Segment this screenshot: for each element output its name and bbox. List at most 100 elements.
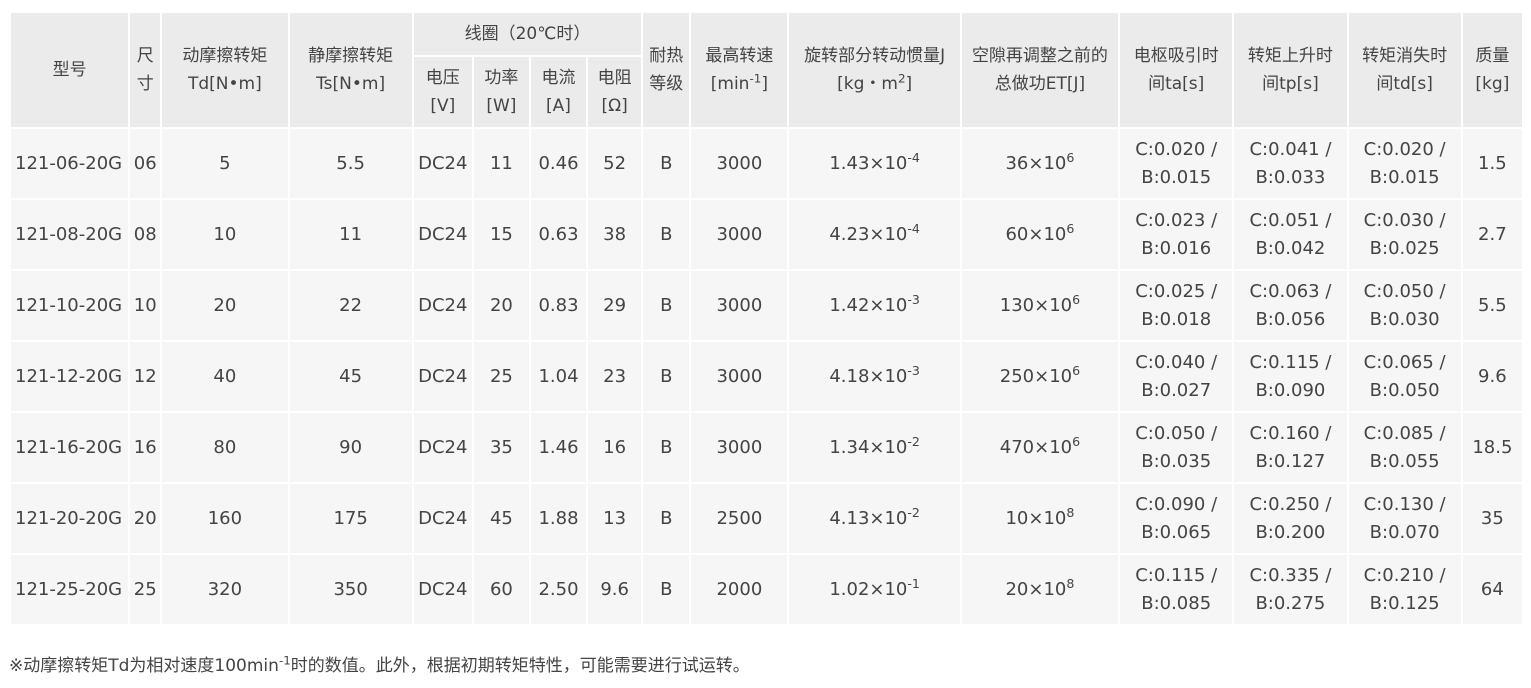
cell-torque-rise-time: C:0.335 /B:0.275 bbox=[1234, 555, 1347, 624]
cell-armature-time: C:0.020 /B:0.015 bbox=[1120, 129, 1233, 198]
header-total-work: 空隙再调整之前的 总做功ET[J] bbox=[961, 13, 1119, 127]
cell-dynamic-torque: 80 bbox=[162, 413, 288, 482]
table-row: 121-16-20G 16 80 90 DC24 35 1.46 16 B 30… bbox=[11, 413, 1522, 482]
header-dynamic-torque: 动摩擦转矩 Td[N•m] bbox=[162, 13, 288, 127]
cell-power: 35 bbox=[473, 413, 529, 482]
header-model: 型号 bbox=[11, 13, 129, 127]
cell-power: 11 bbox=[473, 129, 529, 198]
cell-total-work: 60×106 bbox=[961, 200, 1119, 269]
cell-static-torque: 350 bbox=[289, 555, 412, 624]
cell-resistance: 13 bbox=[588, 484, 642, 553]
cell-torque-decay-time: C:0.065 /B:0.050 bbox=[1348, 342, 1461, 411]
cell-max-speed: 3000 bbox=[691, 413, 788, 482]
cell-torque-rise-time: C:0.063 /B:0.056 bbox=[1234, 271, 1347, 340]
cell-resistance: 16 bbox=[588, 413, 642, 482]
header-coil: 线圈（20℃时） bbox=[413, 13, 642, 55]
cell-mass: 18.5 bbox=[1462, 413, 1522, 482]
cell-size: 06 bbox=[130, 129, 161, 198]
header-voltage: 电压 [V] bbox=[413, 57, 472, 127]
cell-static-torque: 175 bbox=[289, 484, 412, 553]
cell-total-work: 10×108 bbox=[961, 484, 1119, 553]
cell-max-speed: 3000 bbox=[691, 129, 788, 198]
cell-size: 08 bbox=[130, 200, 161, 269]
header-resistance: 电阻 [Ω] bbox=[588, 57, 642, 127]
header-torque-rise-time: 转矩上升时 间tp[s] bbox=[1234, 13, 1347, 127]
cell-voltage: DC24 bbox=[413, 484, 472, 553]
table-row: 121-20-20G 20 160 175 DC24 45 1.88 13 B … bbox=[11, 484, 1522, 553]
cell-size: 25 bbox=[130, 555, 161, 624]
cell-torque-decay-time: C:0.085 /B:0.055 bbox=[1348, 413, 1461, 482]
cell-heat-class: B bbox=[643, 271, 690, 340]
cell-current: 1.46 bbox=[530, 413, 587, 482]
cell-size: 10 bbox=[130, 271, 161, 340]
cell-model: 121-10-20G bbox=[11, 271, 129, 340]
cell-max-speed: 2500 bbox=[691, 484, 788, 553]
cell-torque-rise-time: C:0.250 /B:0.200 bbox=[1234, 484, 1347, 553]
cell-size: 12 bbox=[130, 342, 161, 411]
cell-model: 121-20-20G bbox=[11, 484, 129, 553]
cell-model: 121-25-20G bbox=[11, 555, 129, 624]
cell-max-speed: 2000 bbox=[691, 555, 788, 624]
cell-armature-time: C:0.025 /B:0.018 bbox=[1120, 271, 1233, 340]
cell-power: 45 bbox=[473, 484, 529, 553]
cell-heat-class: B bbox=[643, 484, 690, 553]
footnote: ※动摩擦转矩Td为相对速度100min-1时的数值。此外，根据初期转矩特性，可能… bbox=[9, 653, 750, 676]
cell-torque-decay-time: C:0.030 /B:0.025 bbox=[1348, 200, 1461, 269]
header-size: 尺寸 bbox=[130, 13, 161, 127]
cell-voltage: DC24 bbox=[413, 200, 472, 269]
cell-torque-decay-time: C:0.020 /B:0.015 bbox=[1348, 129, 1461, 198]
cell-dynamic-torque: 160 bbox=[162, 484, 288, 553]
cell-heat-class: B bbox=[643, 413, 690, 482]
cell-current: 0.63 bbox=[530, 200, 587, 269]
cell-mass: 35 bbox=[1462, 484, 1522, 553]
cell-torque-decay-time: C:0.130 /B:0.070 bbox=[1348, 484, 1461, 553]
cell-heat-class: B bbox=[643, 129, 690, 198]
cell-voltage: DC24 bbox=[413, 413, 472, 482]
cell-armature-time: C:0.023 /B:0.016 bbox=[1120, 200, 1233, 269]
header-power: 功率 [W] bbox=[473, 57, 529, 127]
cell-static-torque: 11 bbox=[289, 200, 412, 269]
cell-inertia: 4.23×10-4 bbox=[789, 200, 960, 269]
cell-voltage: DC24 bbox=[413, 129, 472, 198]
cell-size: 20 bbox=[130, 484, 161, 553]
header-heat-class: 耐热 等级 bbox=[643, 13, 690, 127]
cell-power: 60 bbox=[473, 555, 529, 624]
table-row: 121-06-20G 06 5 5.5 DC24 11 0.46 52 B 30… bbox=[11, 129, 1522, 198]
cell-max-speed: 3000 bbox=[691, 271, 788, 340]
cell-static-torque: 22 bbox=[289, 271, 412, 340]
cell-inertia: 1.42×10-3 bbox=[789, 271, 960, 340]
cell-voltage: DC24 bbox=[413, 342, 472, 411]
cell-total-work: 130×106 bbox=[961, 271, 1119, 340]
cell-total-work: 470×106 bbox=[961, 413, 1119, 482]
cell-static-torque: 45 bbox=[289, 342, 412, 411]
cell-max-speed: 3000 bbox=[691, 342, 788, 411]
cell-dynamic-torque: 20 bbox=[162, 271, 288, 340]
cell-current: 0.46 bbox=[530, 129, 587, 198]
cell-model: 121-12-20G bbox=[11, 342, 129, 411]
spec-table-container: 型号 尺寸 动摩擦转矩 Td[N•m] 静摩擦转矩 Ts[N•m] 线圈（20℃时）… bbox=[9, 11, 1524, 626]
cell-total-work: 20×108 bbox=[961, 555, 1119, 624]
cell-armature-time: C:0.115 /B:0.085 bbox=[1120, 555, 1233, 624]
cell-model: 121-06-20G bbox=[11, 129, 129, 198]
header-static-torque: 静摩擦转矩 Ts[N•m] bbox=[289, 13, 412, 127]
cell-torque-decay-time: C:0.050 /B:0.030 bbox=[1348, 271, 1461, 340]
cell-mass: 5.5 bbox=[1462, 271, 1522, 340]
cell-resistance: 38 bbox=[588, 200, 642, 269]
cell-dynamic-torque: 320 bbox=[162, 555, 288, 624]
cell-power: 15 bbox=[473, 200, 529, 269]
cell-inertia: 1.43×10-4 bbox=[789, 129, 960, 198]
cell-torque-rise-time: C:0.051 /B:0.042 bbox=[1234, 200, 1347, 269]
header-current: 电流 [A] bbox=[530, 57, 587, 127]
cell-size: 16 bbox=[130, 413, 161, 482]
cell-current: 2.50 bbox=[530, 555, 587, 624]
cell-current: 0.83 bbox=[530, 271, 587, 340]
cell-resistance: 23 bbox=[588, 342, 642, 411]
cell-dynamic-torque: 40 bbox=[162, 342, 288, 411]
table-row: 121-10-20G 10 20 22 DC24 20 0.83 29 B 30… bbox=[11, 271, 1522, 340]
cell-current: 1.04 bbox=[530, 342, 587, 411]
cell-voltage: DC24 bbox=[413, 271, 472, 340]
cell-armature-time: C:0.050 /B:0.035 bbox=[1120, 413, 1233, 482]
cell-total-work: 36×106 bbox=[961, 129, 1119, 198]
cell-static-torque: 90 bbox=[289, 413, 412, 482]
header-inertia: 旋转部分转动惯量J [kg・m2] bbox=[789, 13, 960, 127]
